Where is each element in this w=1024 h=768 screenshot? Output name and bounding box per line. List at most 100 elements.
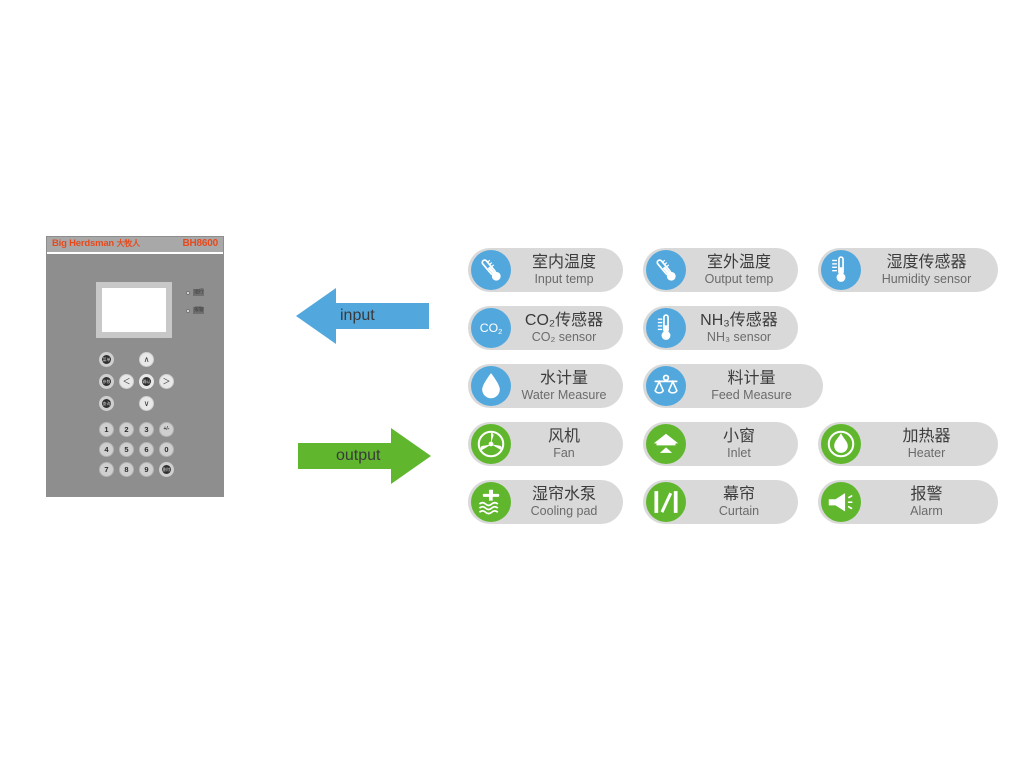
capability-card[interactable]: 料计量 Feed Measure [643,364,823,408]
card-label-cn: 幕帘 [722,485,755,503]
svg-text:CO2: CO2 [480,321,503,336]
input-arrow-text: 输入 input [340,286,378,325]
flame-icon [821,424,861,464]
key-7[interactable]: 7 [99,462,114,477]
card-label-en: Feed Measure [711,387,792,402]
card-text: CO₂传感器 CO₂ sensor [511,312,623,344]
led-indicator-alarm: 报警 [186,307,205,314]
key-2[interactable]: 2 [119,422,134,437]
card-label-cn: NH₃传感器 [700,311,778,329]
card-row: 风机 Fan 小窗 Inlet 加热器 Heater [468,422,998,470]
key-8[interactable]: 8 [119,462,134,477]
device-header: Big Herdsman 大牧人 BH8600 [47,237,223,254]
key-4[interactable]: 4 [99,442,114,457]
key-arrow-left[interactable]: ＜ [119,374,134,389]
card-text: NH₃传感器 NH₃ sensor [686,312,798,344]
card-label-cn: CO₂传感器 [524,311,604,329]
card-label-en: Input temp [534,271,594,286]
input-label-cn: 输入 [340,285,379,306]
card-label-en: Inlet [727,445,751,460]
card-row: 湿帘水泵 Cooling pad 幕帘 Curtain 报警 Alarm [468,480,998,528]
key-function-3[interactable]: 查询 [99,396,114,411]
key-plus-minus[interactable]: +/- [159,422,174,437]
diagram-canvas: Big Herdsman 大牧人 BH8600 运行 报警 菜单 参数 查询 ∧… [0,0,1024,768]
card-label-cn: 报警 [910,485,943,503]
card-label-en: Alarm [910,503,943,518]
input-arrow: 输入 input [296,284,431,348]
key-enter[interactable]: 确认 [139,374,154,389]
card-row: 室内温度 Input temp 室外温度 Output temp 湿度传感器 Humidi… [468,248,998,296]
card-text: 风机 Fan [511,428,623,460]
thermometer-tilt-icon [471,250,511,290]
key-9[interactable]: 9 [139,462,154,477]
capability-card[interactable]: 加热器 Heater [818,422,998,466]
keypad: 菜单 参数 查询 ∧ ＜ 确认 ＞ ∨ 1 2 3 +/- 4 5 6 0 7 … [47,352,223,492]
card-label-en: NH₃ sensor [706,329,772,344]
key-1[interactable]: 1 [99,422,114,437]
faucet-water-icon [471,482,511,522]
card-label-cn: 水计量 [539,369,588,387]
card-text: 室内温度 Input temp [511,254,623,286]
key-6[interactable]: 6 [139,442,154,457]
led-indicator-run: 运行 [186,289,205,296]
card-label-en: Heater [907,445,946,460]
brand-name-cn: 大牧人 [116,239,140,248]
card-label-cn: 小窗 [722,427,755,445]
thermometer-tilt-icon [646,250,686,290]
card-label-en: Humidity sensor [881,271,972,286]
capability-card[interactable]: 幕帘 Curtain [643,480,798,524]
output-arrow: 输出 output [296,424,431,488]
key-3[interactable]: 3 [139,422,154,437]
key-arrow-right[interactable]: ＞ [159,374,174,389]
capability-card[interactable]: 室外温度 Output temp [643,248,798,292]
led-dot-icon [186,290,190,295]
humidity-thermometer-icon [821,250,861,290]
brand-label: Big Herdsman 大牧人 [52,238,140,249]
output-label-cn: 输出 [336,425,375,446]
capability-card[interactable]: 室内温度 Input temp [468,248,623,292]
model-label: BH8600 [182,238,219,249]
capability-card[interactable]: 小窗 Inlet [643,422,798,466]
card-text: 湿帘水泵 Cooling pad [511,486,623,518]
card-text: 小窗 Inlet [686,428,798,460]
key-function-2[interactable]: 参数 [99,374,114,389]
key-delete[interactable]: 删除 [159,462,174,477]
capability-card[interactable]: 湿度传感器 Humidity sensor [818,248,998,292]
output-arrow-text: 输出 output [336,426,380,465]
card-text: 水计量 Water Measure [511,370,623,402]
nh3-thermometer-icon [646,308,686,348]
curtain-icon [646,482,686,522]
lcd-bezel [96,282,172,338]
brand-name-en: Big Herdsman [52,238,115,249]
card-text: 加热器 Heater [861,428,998,460]
key-arrow-down[interactable]: ∨ [139,396,154,411]
capability-card[interactable]: 湿帘水泵 Cooling pad [468,480,623,524]
capability-card[interactable]: CO2 CO₂传感器 CO₂ sensor [468,306,623,350]
key-5[interactable]: 5 [119,442,134,457]
card-label-cn: 室内温度 [531,253,596,271]
card-label-cn: 料计量 [727,369,776,387]
controller-device: Big Herdsman 大牧人 BH8600 运行 报警 菜单 参数 查询 ∧… [47,237,223,496]
balance-scale-icon [646,366,686,406]
card-label-en: Water Measure [521,387,607,402]
capability-card[interactable]: 风机 Fan [468,422,623,466]
key-arrow-up[interactable]: ∧ [139,352,154,367]
card-label-en: Fan [553,445,575,460]
lcd-screen [102,288,166,332]
card-label-cn: 加热器 [902,427,951,445]
inlet-house-icon [646,424,686,464]
card-text: 幕帘 Curtain [686,486,798,518]
capability-card[interactable]: 报警 Alarm [818,480,998,524]
key-function-1[interactable]: 菜单 [99,352,114,367]
device-capability-grid: 室内温度 Input temp 室外温度 Output temp 湿度传感器 Humidi… [468,248,998,538]
card-row: 水计量 Water Measure 料计量 Feed Measure [468,364,998,412]
card-label-cn: 湿度传感器 [886,253,967,271]
card-text: 报警 Alarm [861,486,998,518]
capability-card[interactable]: NH₃传感器 NH₃ sensor [643,306,798,350]
card-label-en: Curtain [718,503,760,518]
key-0[interactable]: 0 [159,442,174,457]
led-dot-icon [186,308,190,313]
card-text: 室外温度 Output temp [686,254,798,286]
capability-card[interactable]: 水计量 Water Measure [468,364,623,408]
output-label-en: output [336,446,381,464]
